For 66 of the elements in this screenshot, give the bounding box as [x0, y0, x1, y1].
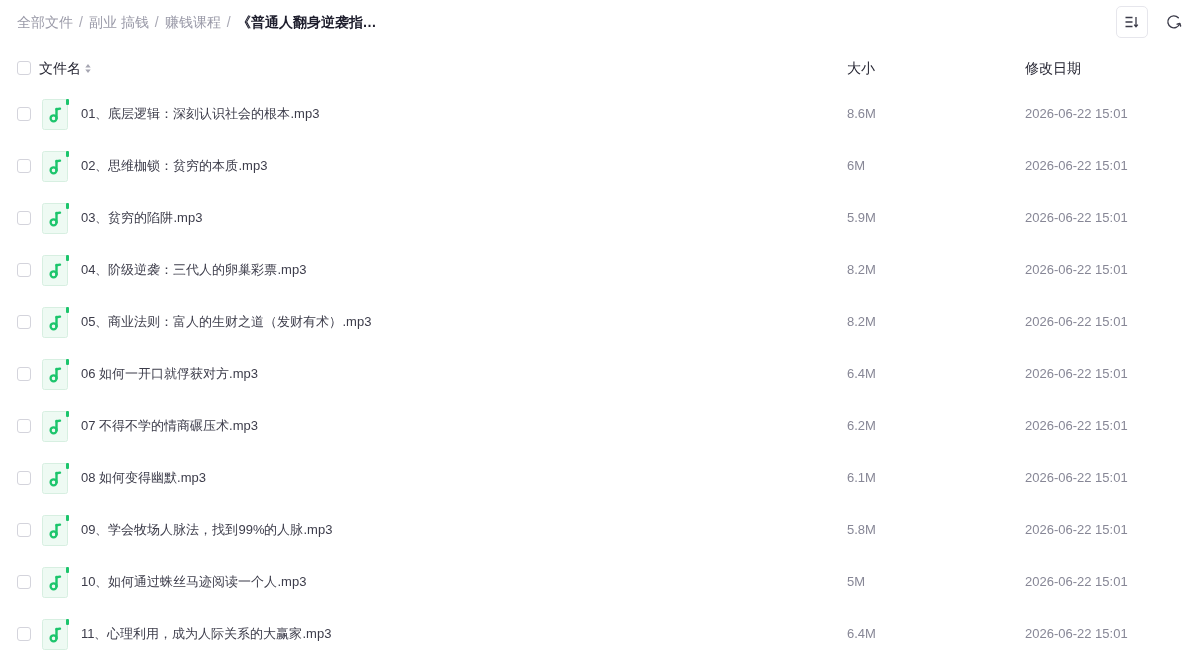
modified-date: 2026-06-22 15:01	[1025, 573, 1129, 592]
file-size: 6.2M	[847, 417, 877, 436]
file-name[interactable]: 04、阶级逆袭：三代人的卵巢彩票.mp3	[81, 260, 307, 280]
column-header[interactable]: 大小	[847, 57, 875, 79]
checkbox[interactable]	[17, 471, 31, 485]
music-file-icon	[42, 618, 69, 650]
file-size: 6.1M	[847, 469, 877, 488]
checkbox[interactable]	[17, 575, 31, 589]
checkbox[interactable]	[17, 263, 31, 277]
file-size: 6.4M	[847, 625, 877, 644]
file-name[interactable]: 07 不得不学的情商碾压术.mp3	[81, 416, 258, 436]
modified-date: 2026-06-22 15:01	[1025, 469, 1129, 488]
file-size: 5.9M	[847, 209, 877, 228]
file-size: 8.2M	[847, 313, 877, 332]
file-size: 6.4M	[847, 365, 877, 384]
modified-date: 2026-06-22 15:01	[1025, 417, 1129, 436]
music-file-icon	[42, 254, 69, 286]
refresh-icon[interactable]	[1166, 14, 1182, 30]
modified-date: 2026-06-22 15:01	[1025, 157, 1129, 176]
modified-date: 2026-06-22 15:01	[1025, 261, 1129, 280]
breadcrumb-current: 《普通人翻身逆袭指…	[236, 12, 377, 32]
checkbox[interactable]	[17, 315, 31, 329]
breadcrumb-separator: /	[154, 12, 159, 32]
file-size: 8.2M	[847, 261, 877, 280]
music-file-icon	[42, 306, 69, 338]
file-name[interactable]: 08 如何变得幽默.mp3	[81, 468, 206, 488]
music-file-icon	[42, 566, 69, 598]
file-name[interactable]: 11、心理利用，成为人际关系的大赢家.mp3	[81, 624, 332, 644]
checkbox[interactable]	[17, 61, 31, 75]
column-header[interactable]: 文件名	[39, 57, 81, 79]
music-file-icon	[42, 410, 69, 442]
music-file-icon	[42, 202, 69, 234]
file-name[interactable]: 05、商业法则：富人的生财之道（发财有术）.mp3	[81, 312, 372, 332]
file-name[interactable]: 01、底层逻辑：深刻认识社会的根本.mp3	[81, 104, 320, 124]
music-file-icon	[42, 514, 69, 546]
file-name[interactable]: 09、学会牧场人脉法，找到99%的人脉.mp3	[81, 520, 333, 540]
modified-date: 2026-06-22 15:01	[1025, 105, 1129, 124]
checkbox[interactable]	[17, 419, 31, 433]
music-file-icon	[42, 150, 69, 182]
checkbox[interactable]	[17, 107, 31, 121]
file-name[interactable]: 02、思维枷锁：贫穷的本质.mp3	[81, 156, 268, 176]
checkbox[interactable]	[17, 367, 31, 381]
file-size: 5.8M	[847, 521, 877, 540]
file-size: 6M	[847, 157, 867, 176]
checkbox[interactable]	[17, 159, 31, 173]
file-name[interactable]: 06 如何一开口就俘获对方.mp3	[81, 364, 258, 384]
music-file-icon	[42, 98, 69, 130]
file-name[interactable]: 10、如何通过蛛丝马迹阅读一个人.mp3	[81, 572, 307, 592]
modified-date: 2026-06-22 15:01	[1025, 521, 1129, 540]
checkbox[interactable]	[17, 627, 31, 641]
modified-date: 2026-06-22 15:01	[1025, 365, 1129, 384]
modified-date: 2026-06-22 15:01	[1025, 313, 1129, 332]
music-file-icon	[42, 358, 69, 390]
modified-date: 2026-06-22 15:01	[1025, 625, 1129, 644]
breadcrumb-separator: /	[226, 12, 231, 32]
breadcrumb-separator: /	[79, 12, 83, 32]
column-header[interactable]: 修改日期	[1025, 57, 1081, 79]
checkbox[interactable]	[17, 523, 31, 537]
sort-button[interactable]	[1116, 6, 1148, 38]
music-file-icon	[42, 462, 69, 494]
checkbox[interactable]	[17, 211, 31, 225]
file-name[interactable]: 03、贫穷的陷阱.mp3	[81, 208, 203, 228]
file-size: 5M	[847, 573, 867, 592]
sort-list-icon	[1125, 16, 1139, 28]
modified-date: 2026-06-22 15:01	[1025, 209, 1129, 228]
file-size: 8.6M	[847, 105, 877, 124]
